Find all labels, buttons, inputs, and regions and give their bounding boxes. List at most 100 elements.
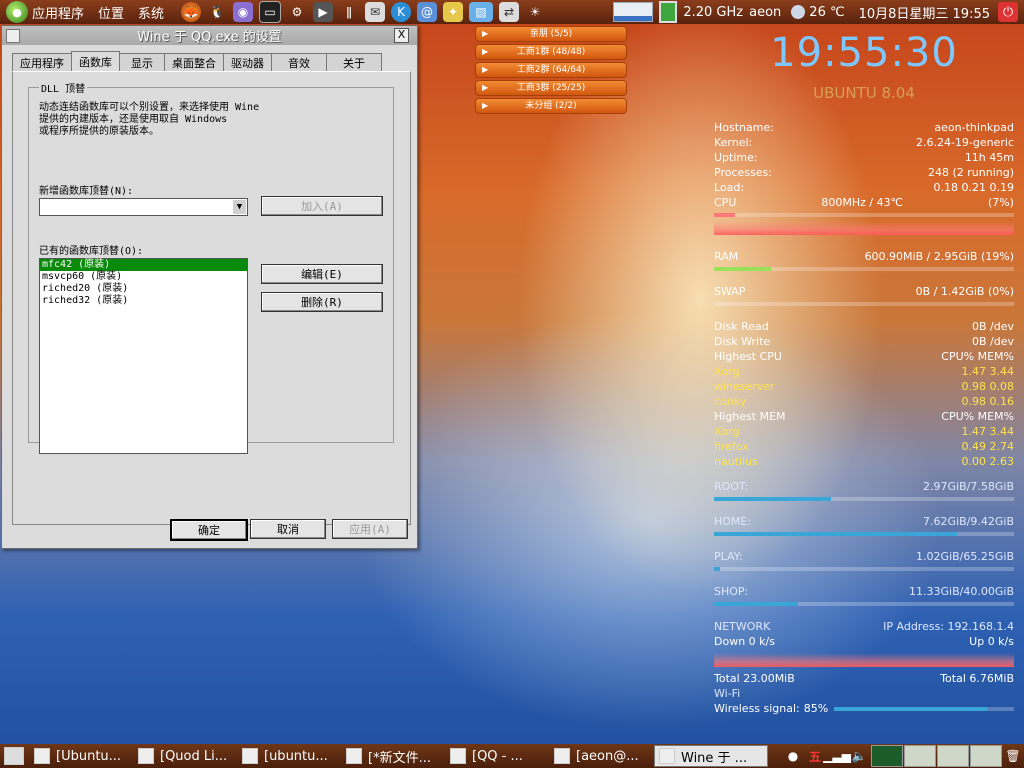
- row-value: 0B /dev: [971, 320, 1014, 333]
- ok-button[interactable]: 确定: [170, 519, 248, 541]
- workspace-2[interactable]: [904, 745, 936, 767]
- dialog-title-bar[interactable]: Wine 于 QQ.exe 的设置 X: [2, 26, 417, 45]
- taskbar-item[interactable]: [*新文件...: [342, 746, 440, 766]
- cpu-graph-widget[interactable]: [613, 2, 654, 22]
- qq-status-icon[interactable]: ●: [785, 748, 801, 764]
- tools-icon[interactable]: ǁ: [339, 2, 359, 22]
- list-item[interactable]: riched20 (原装): [40, 283, 247, 295]
- battery-icon[interactable]: [659, 1, 678, 23]
- tab-applications[interactable]: 应用程序: [12, 53, 72, 72]
- image-viewer-icon[interactable]: ▨: [469, 2, 494, 22]
- chevron-down-icon[interactable]: ▼: [233, 200, 246, 214]
- qq-group-row[interactable]: ▶ 未分组 (2/2): [475, 98, 627, 114]
- process-values: 0.49 2.74: [961, 440, 1014, 453]
- load-row: Load: 0.18 0.21 0.19: [714, 180, 1014, 195]
- terminal-icon[interactable]: ▭: [259, 1, 282, 23]
- row-value: 600.90MiB / 2.95GiB (19%): [864, 250, 1014, 263]
- taskbar-item[interactable]: [QQ - ...: [446, 746, 544, 766]
- system-menu[interactable]: 系统: [138, 3, 164, 22]
- process-row: conky 0.98 0.16: [714, 394, 1014, 409]
- apply-button[interactable]: 应用(A): [332, 519, 408, 539]
- ime-indicator[interactable]: 五: [807, 748, 823, 764]
- add-button[interactable]: 加入(A): [261, 196, 383, 216]
- network-signal-icon[interactable]: ▁▃▅: [823, 748, 851, 764]
- list-item[interactable]: riched32 (原装): [40, 295, 247, 307]
- show-desktop-icon[interactable]: [4, 747, 24, 765]
- taskbar-item[interactable]: [aeon@...: [550, 746, 648, 766]
- qq-penguin-icon[interactable]: 🐧: [207, 2, 227, 22]
- taskbar-item[interactable]: [Quod Li...: [134, 746, 232, 766]
- settings-gear-icon[interactable]: ⚙: [287, 2, 307, 22]
- existing-overrides-list[interactable]: mfc42 (原装) msvcp60 (原装) riched20 (原装) ri…: [39, 258, 248, 454]
- total-label: Total: [940, 672, 966, 685]
- up-speed-group: Up 0 k/s: [969, 634, 1014, 649]
- places-menu[interactable]: 位置: [98, 3, 124, 22]
- power-icon[interactable]: ⏻: [998, 2, 1018, 22]
- new-override-combobox[interactable]: ▼: [39, 198, 248, 216]
- row-label: SHOP:: [714, 585, 749, 598]
- tab-libraries[interactable]: 函数库: [71, 51, 120, 72]
- process-values: 1.47 3.44: [961, 365, 1014, 378]
- taskbar-item[interactable]: [Ubuntu...: [30, 746, 128, 766]
- puzzle-game-icon[interactable]: ✦: [443, 2, 464, 22]
- task-label: [aeon@...: [576, 748, 639, 764]
- dll-overrides-group: DLL 顶替 动态连结函数库可以个别设置，来选择使用 Wine 提供的内建版本，…: [28, 80, 394, 454]
- firefox-icon[interactable]: 🦊: [181, 2, 202, 22]
- weather-cloud-icon[interactable]: [791, 5, 806, 19]
- row-value: 800MHz / 43℃: [821, 196, 903, 209]
- description-text: 动态连结函数库可以个别设置，来选择使用 Wine 提供的内建版本，还是使用取自 …: [39, 102, 319, 138]
- mail-icon[interactable]: ✉: [365, 2, 386, 22]
- close-button[interactable]: X: [394, 28, 409, 43]
- ip-value: 192.168.1.4: [947, 620, 1014, 633]
- weather-sun-icon[interactable]: ☀: [525, 2, 545, 22]
- libraries-panel: DLL 顶替 动态连结函数库可以个别设置，来选择使用 Wine 提供的内建版本，…: [12, 71, 411, 525]
- taskbar-item[interactable]: [ubuntu...: [238, 746, 336, 766]
- terminal-icon: [554, 748, 570, 764]
- volume-icon[interactable]: 🔈: [851, 748, 867, 764]
- ubuntu-logo-icon[interactable]: ●: [6, 1, 28, 23]
- cpu-graph: [714, 221, 1014, 235]
- disk-root-bar: [714, 497, 1014, 501]
- qq-group-row[interactable]: ▶ 亲朋 (5/5): [475, 26, 627, 42]
- list-item[interactable]: mfc42 (原装): [40, 259, 247, 271]
- ram-row: RAM 600.90MiB / 2.95GiB (19%): [714, 249, 1014, 264]
- applications-menu[interactable]: 应用程序: [32, 3, 84, 22]
- task-label: [ubuntu...: [264, 748, 328, 764]
- pidgin-icon[interactable]: ◉: [233, 2, 254, 22]
- cancel-button[interactable]: 取消: [250, 519, 326, 539]
- temperature[interactable]: 26 ℃: [809, 5, 844, 20]
- row-label: CPU: [714, 196, 737, 209]
- firefox-icon: [34, 748, 50, 764]
- kde-k-icon[interactable]: K: [391, 2, 412, 22]
- cpu-bar: [714, 213, 1014, 217]
- workspace-1[interactable]: [871, 745, 903, 767]
- play-arrow-icon: ▶: [482, 65, 489, 74]
- workspace-3[interactable]: [937, 745, 969, 767]
- tab-audio[interactable]: 音效: [271, 53, 327, 72]
- window-menu-icon[interactable]: [6, 29, 20, 43]
- window-icon: [450, 748, 466, 764]
- trash-icon[interactable]: 🗑: [1005, 748, 1021, 764]
- tab-drives[interactable]: 驱动器: [223, 53, 272, 72]
- row-value: 1.02GiB/65.25GiB: [916, 550, 1014, 563]
- disk-bar-fill: [714, 602, 798, 606]
- taskbar-item[interactable]: Wine 于 ...: [654, 745, 768, 767]
- tab-desktop-integration[interactable]: 桌面整合: [164, 53, 224, 72]
- list-item[interactable]: msvcp60 (原装): [40, 271, 247, 283]
- clock-datetime[interactable]: 10月8日星期三 19:55: [859, 3, 990, 22]
- delete-button[interactable]: 删除(R): [261, 292, 383, 312]
- qq-group-row[interactable]: ▶ 工商3群 (25/25): [475, 80, 627, 96]
- qq-group-row[interactable]: ▶ 工商2群 (64/64): [475, 62, 627, 78]
- thunderbird-icon[interactable]: @: [417, 2, 438, 22]
- qq-group-row[interactable]: ▶ 工商1群 (48/48): [475, 44, 627, 60]
- edit-button[interactable]: 编辑(E): [261, 264, 383, 284]
- tab-graphics[interactable]: 显示: [119, 53, 165, 72]
- wine-config-dialog: Wine 于 QQ.exe 的设置 X 应用程序 函数库 显示 桌面整合 驱动器…: [1, 25, 418, 549]
- user-name[interactable]: aeon: [749, 5, 781, 20]
- network-monitor-icon[interactable]: ⇄: [499, 2, 520, 22]
- media-player-icon[interactable]: ▶: [313, 2, 334, 22]
- conky-monitor: 19:55:30 UBUNTU 8.04 Hostname: aeon-think…: [714, 30, 1014, 716]
- cpu-frequency[interactable]: 2.20 GHz: [683, 5, 743, 20]
- workspace-4[interactable]: [970, 745, 1002, 767]
- tab-about[interactable]: 关于: [326, 53, 382, 72]
